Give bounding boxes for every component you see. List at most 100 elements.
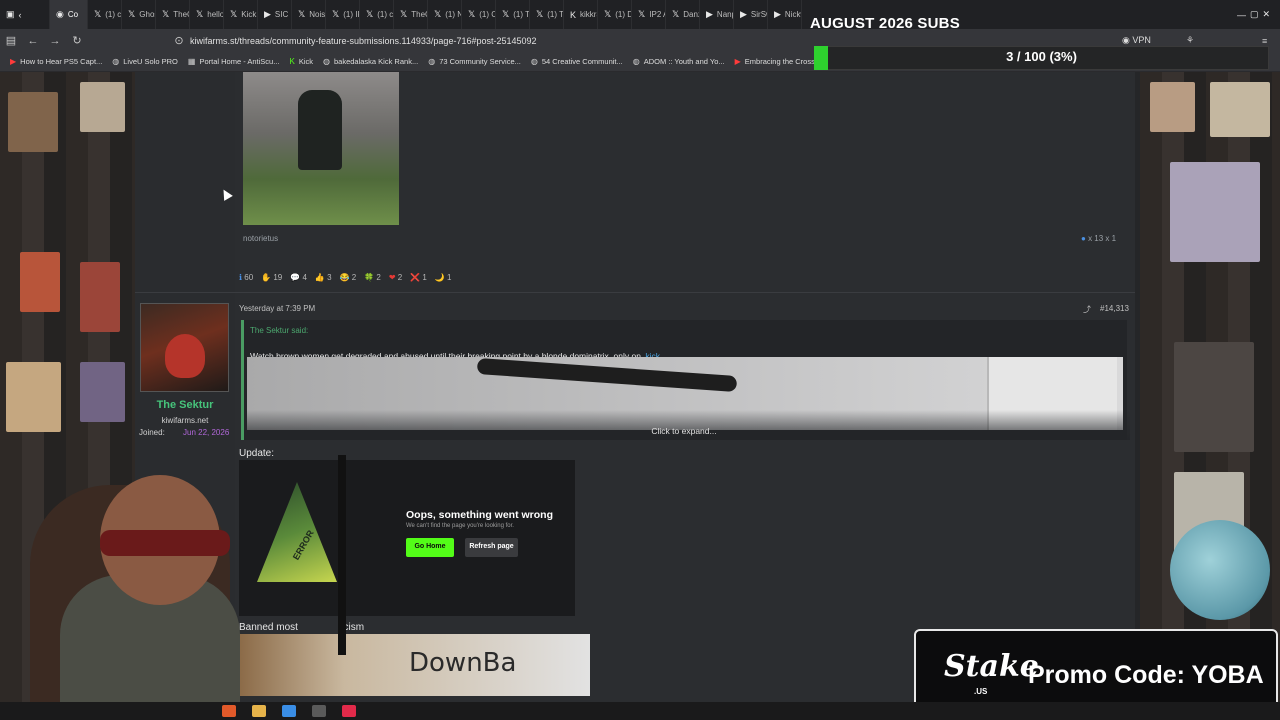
image-figure	[298, 90, 342, 170]
reaction-count[interactable]: ❤ 2	[389, 273, 402, 282]
browser-tab[interactable]: 𝕏(1) Cli	[462, 0, 496, 29]
reaction-count[interactable]: 💬 4	[290, 273, 307, 282]
collage-image	[1174, 342, 1254, 452]
image-graffiti	[476, 357, 738, 393]
browser-tab[interactable]: Kkikkra	[564, 0, 598, 29]
browser-tab[interactable]: 𝕏 (1) N	[428, 0, 462, 29]
share-icon[interactable]: ⤴	[1083, 304, 1091, 315]
browser-tab[interactable]: 𝕏(1) IP2	[326, 0, 360, 29]
reaction-count[interactable]: 🌙 1	[435, 273, 452, 282]
bookmark-item[interactable]: ◍ 54 Creative Communit...	[531, 57, 623, 66]
x-icon: 𝕏	[502, 9, 510, 19]
collage-image	[80, 362, 125, 422]
browser-tab[interactable]: 𝕏TheCl	[156, 0, 190, 29]
browser-tab[interactable]: 𝕏hello	[190, 0, 224, 29]
os-taskbar	[0, 702, 1280, 720]
play-icon: ▶	[264, 9, 271, 19]
tab-label: hello	[207, 10, 224, 19]
back-icon[interactable]: ←	[22, 35, 44, 47]
reaction-count[interactable]: 🍀 2	[364, 273, 381, 282]
reaction-bar[interactable]: ℹ 60 ✋ 19 💬 4 👍 3 😂 2 🍀 2 ❤ 2 ❌ 1 🌙 1	[239, 273, 452, 282]
post-timestamp[interactable]: Yesterday at 7:39 PM	[239, 304, 315, 313]
tab-label: Ghost	[139, 10, 155, 19]
browser-tab[interactable]: 𝕏Danz	[666, 0, 700, 29]
browser-tab[interactable]: ▶SIC b	[258, 0, 292, 29]
browser-tab[interactable]: ▶SirSw	[734, 0, 768, 29]
bookmark-item[interactable]: ◍ 73 Community Service...	[428, 57, 521, 66]
joined-date: Jun 22, 2026	[183, 428, 230, 437]
tab-label: Co	[67, 10, 79, 19]
reaction-count[interactable]: ❌ 1	[410, 273, 427, 282]
tab-menu-button[interactable]: ▣ ‹	[0, 0, 50, 29]
bookmark-item[interactable]: ◍ LiveU Solo PRO	[112, 57, 178, 66]
browser-tab[interactable]: ◉ Co	[50, 0, 88, 29]
browser-tab[interactable]: 𝕏(1) Tr	[530, 0, 564, 29]
browser-tab[interactable]: ▶Nanp	[700, 0, 734, 29]
edge-taskbar-icon[interactable]	[282, 705, 296, 717]
youtube-icon: ▶	[774, 9, 781, 19]
sub-goal-title: AUGUST 2026 SUBS	[810, 15, 960, 32]
tab-label: Kick h	[241, 10, 257, 19]
reaction-count[interactable]: 👍 3	[315, 273, 332, 282]
obs-taskbar-icon[interactable]	[312, 705, 326, 717]
browser-tab[interactable]: ▶Nickw	[768, 0, 802, 29]
collage-image	[1170, 162, 1260, 262]
tab-label: (1) cu	[105, 10, 122, 19]
collage-image	[6, 362, 61, 432]
refresh-page-button[interactable]: Refresh page	[465, 538, 518, 557]
tab-label: SirSw	[750, 10, 767, 19]
browser-tab[interactable]: 𝕏Noise	[292, 0, 326, 29]
reaction-icon: 👍	[314, 273, 328, 282]
bookmark-item[interactable]: ◍ bakedalaska Kick Rank...	[323, 57, 418, 66]
bookmark-label: ADOM :: Youth and Yo...	[643, 57, 725, 66]
forward-icon[interactable]: →	[44, 35, 66, 47]
sidebar-toggle-icon[interactable]: ▤	[0, 34, 22, 47]
browser-tab[interactable]: 𝕏Kick h	[224, 0, 258, 29]
youtube-icon: ▶	[734, 57, 741, 66]
url-field[interactable]: kiwifarms.st/threads/community-feature-s…	[190, 36, 537, 46]
browser-tab[interactable]: 𝕏(1) Di	[598, 0, 632, 29]
browser-tab[interactable]: 𝕏IP2 A	[632, 0, 666, 29]
browser-tab[interactable]: 𝕏(1) cu	[88, 0, 122, 29]
x-icon: 𝕏	[638, 9, 646, 19]
bookmark-item[interactable]: ▦ Portal Home - AntiScu...	[188, 57, 280, 66]
webcam-sunglasses	[100, 530, 230, 556]
x-icon: 𝕏	[604, 9, 612, 19]
reload-icon[interactable]: ↻	[66, 34, 88, 47]
firefox-taskbar-icon[interactable]	[222, 705, 236, 717]
quote-author[interactable]: The Sektur said:	[250, 326, 308, 335]
files-taskbar-icon[interactable]	[252, 705, 266, 717]
post-number[interactable]: #14,313	[1100, 304, 1129, 313]
bookmark-item[interactable]: ▶ How to Hear PS5 Capt...	[10, 57, 102, 66]
reaction-count[interactable]: 😂 2	[340, 273, 357, 282]
bookmark-item[interactable]: K Kick	[289, 57, 313, 66]
go-home-button[interactable]: Go Home	[406, 538, 454, 557]
quote-block: The Sektur said: Watch brown women get d…	[241, 320, 1130, 440]
post-separator	[135, 292, 1135, 293]
user-site: kiwifarms.net	[161, 416, 209, 425]
browser-tab[interactable]: 𝕏TheCl	[394, 0, 428, 29]
user-avatar[interactable]	[140, 303, 229, 392]
bookmark-item[interactable]: ◍ ADOM :: Youth and Yo...	[633, 57, 725, 66]
youtube-icon: ▶	[10, 57, 17, 66]
joined-label: Joined:	[139, 428, 165, 437]
x-icon: 𝕏	[332, 9, 340, 19]
browser-tab[interactable]: 𝕏(1) Tr	[496, 0, 530, 29]
youtube-icon: ▶	[706, 9, 713, 19]
browser-tab[interactable]: 𝕏(1) cu	[360, 0, 394, 29]
reaction-count[interactable]: ℹ 60	[239, 273, 253, 282]
post-embedded-image[interactable]	[243, 72, 399, 225]
globe-icon: ◍	[530, 57, 538, 66]
click-to-expand[interactable]: Click to expand...	[244, 426, 1124, 436]
app-taskbar-icon[interactable]	[342, 705, 356, 717]
error-subtitle: We can't find the page you're looking fo…	[406, 523, 514, 529]
bookmark-label: 54 Creative Communit...	[541, 57, 623, 66]
post-user-column	[135, 72, 235, 292]
collage-image	[80, 262, 120, 332]
tab-label: kikkra	[580, 10, 597, 19]
browser-tab[interactable]: 𝕏Ghost	[122, 0, 156, 29]
reaction-count[interactable]: ✋ 19	[261, 273, 282, 282]
site-info-icon[interactable]: ⊙	[168, 34, 190, 47]
post-username[interactable]: The Sektur	[135, 399, 235, 411]
tab-label: Danz	[683, 10, 699, 19]
